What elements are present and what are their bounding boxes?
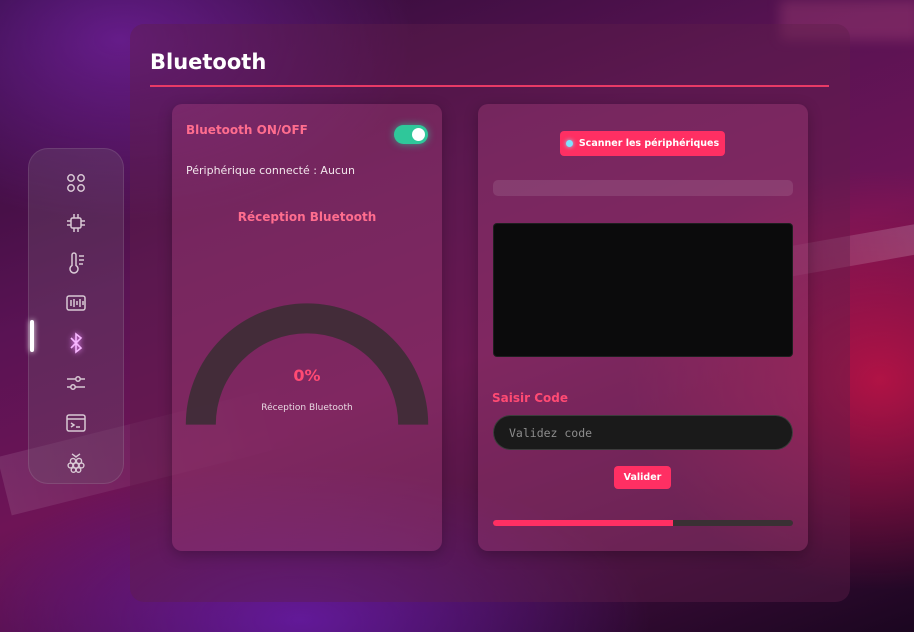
toggle-knob (412, 128, 425, 141)
chip-icon (67, 214, 85, 232)
scan-devices-button[interactable]: Scanner les périphériques (560, 131, 725, 156)
scan-devices-label: Scanner les périphériques (578, 138, 720, 149)
reception-gauge (185, 303, 429, 425)
active-indicator (30, 320, 34, 352)
main-panel: Bluetooth Bluetooth ON/OFF Périphérique … (130, 24, 850, 602)
bluetooth-icon (70, 332, 83, 354)
code-progress-fill (493, 520, 673, 526)
gauge-value: 0% (293, 366, 321, 385)
terminal-icon (66, 414, 86, 432)
sidebar-item-bluetooth[interactable] (54, 323, 98, 363)
title-divider (150, 85, 829, 87)
scan-status-icon (565, 140, 573, 147)
sidebar-item-raspberry[interactable] (54, 443, 98, 483)
sliders-icon (67, 376, 85, 390)
grid-icon (67, 174, 85, 192)
sidebar-item-dashboard[interactable] (54, 163, 98, 203)
validate-button[interactable]: Valider (614, 466, 671, 489)
device-list[interactable] (493, 223, 793, 357)
equalizer-icon (66, 295, 86, 311)
bluetooth-toggle-label: Bluetooth ON/OFF (186, 123, 308, 137)
sidebar (28, 148, 124, 484)
code-progress-bar (493, 520, 793, 526)
sidebar-item-terminal[interactable] (54, 403, 98, 443)
code-input[interactable] (493, 415, 793, 450)
bluetooth-status-card: Bluetooth ON/OFF Périphérique connecté :… (172, 104, 442, 551)
page-title: Bluetooth (150, 50, 267, 74)
raspberry-icon (67, 453, 85, 474)
bluetooth-toggle[interactable] (394, 125, 428, 144)
reception-heading: Réception Bluetooth (237, 210, 377, 224)
code-label: Saisir Code (492, 391, 568, 405)
device-scan-card: Scanner les périphériques Saisir Code Va… (478, 104, 808, 551)
sidebar-item-processor[interactable] (54, 203, 98, 243)
scan-progress-bar (493, 180, 793, 196)
sidebar-item-settings[interactable] (54, 363, 98, 403)
thermometer-icon (69, 252, 84, 274)
sidebar-item-equalizer[interactable] (54, 283, 98, 323)
gauge-caption: Réception Bluetooth (261, 403, 353, 413)
sidebar-item-temperature[interactable] (54, 243, 98, 283)
connected-device-text: Périphérique connecté : Aucun (186, 164, 355, 177)
